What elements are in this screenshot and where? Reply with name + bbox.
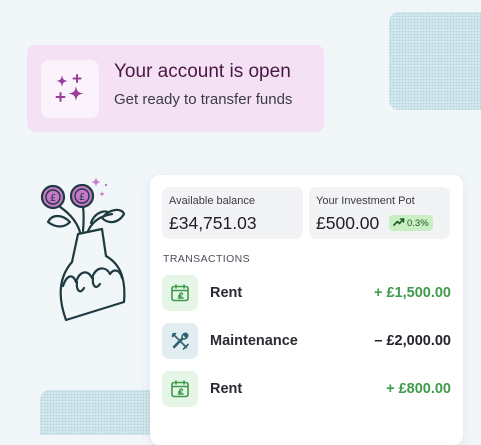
pot-change-value: 0.3%	[407, 217, 429, 229]
transaction-row[interactable]: Rent + £800.00	[162, 371, 451, 409]
calendar-pound-icon	[162, 275, 198, 311]
trend-up-icon	[393, 214, 405, 232]
sparkles-icon	[41, 60, 99, 118]
decorative-speckle-bottom-left	[40, 390, 158, 435]
decorative-speckle-top-right	[389, 12, 481, 110]
transaction-amount: – £2,000.00	[374, 333, 451, 349]
transaction-row[interactable]: Maintenance – £2,000.00	[162, 323, 451, 361]
account-open-banner: Your account is open Get ready to transf…	[27, 45, 324, 132]
balance-label: Available balance	[169, 195, 256, 207]
transaction-row[interactable]: Rent + £1,500.00	[162, 275, 451, 313]
balance-value: £34,751.03	[169, 213, 257, 233]
transaction-amount: + £1,500.00	[373, 285, 451, 301]
account-summary-card: Available balance £34,751.03 Your Invest…	[150, 175, 463, 445]
pot-change-badge: 0.3%	[389, 215, 433, 231]
svg-text:£: £	[50, 193, 56, 204]
available-balance-tile[interactable]: Available balance £34,751.03	[162, 187, 303, 239]
investment-pot-tile[interactable]: Your Investment Pot £500.00 0.3%	[309, 187, 450, 239]
money-plant-vase-icon: £ £	[36, 174, 136, 329]
calendar-pound-icon	[162, 371, 198, 407]
pot-label: Your Investment Pot	[316, 195, 415, 207]
transactions-heading: TRANSACTIONS	[163, 253, 251, 265]
banner-subtitle: Get ready to transfer funds	[114, 91, 293, 108]
pot-value: £500.00	[316, 213, 380, 233]
transaction-name: Maintenance	[210, 333, 298, 349]
banner-title: Your account is open	[114, 61, 291, 82]
transaction-name: Rent	[210, 381, 243, 397]
tools-icon	[162, 323, 198, 359]
transaction-name: Rent	[210, 285, 243, 301]
transaction-amount: + £800.00	[386, 381, 451, 397]
svg-text:£: £	[79, 192, 85, 203]
